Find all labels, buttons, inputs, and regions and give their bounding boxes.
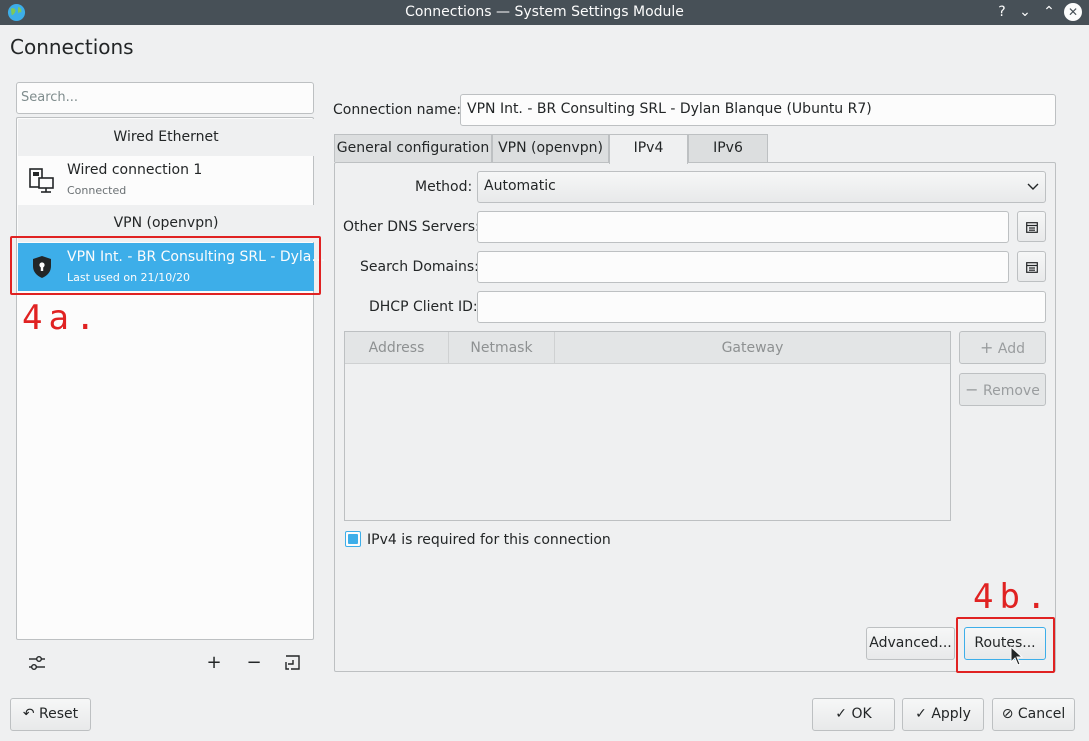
apply-button[interactable]: ✓ Apply xyxy=(902,698,984,731)
reset-label: Reset xyxy=(39,706,79,722)
maximize-button[interactable]: ⌃ xyxy=(1040,3,1058,21)
cancel-button[interactable]: ⊘ Cancel xyxy=(992,698,1075,731)
section-header-wired: Wired Ethernet xyxy=(18,119,314,156)
method-value: Automatic xyxy=(484,178,556,194)
help-button[interactable]: ? xyxy=(993,3,1011,21)
ipv4-required-checkbox[interactable] xyxy=(345,531,361,547)
search-domains-field[interactable] xyxy=(477,251,1009,283)
cancel-label: Cancel xyxy=(1017,706,1066,722)
list-edit-icon xyxy=(1026,262,1038,273)
mouse-cursor-icon xyxy=(1010,646,1024,666)
tab-ipv4[interactable]: IPv4 xyxy=(609,134,688,164)
ok-button[interactable]: ✓ OK xyxy=(812,698,895,731)
list-edit-icon xyxy=(1026,222,1038,233)
search-input[interactable]: Search... xyxy=(16,82,314,114)
dhcp-client-id-label: DHCP Client ID: xyxy=(369,299,478,315)
close-button[interactable]: ✕ xyxy=(1064,3,1082,21)
column-header-address[interactable]: Address xyxy=(345,332,449,364)
checkmark-icon: ✓ xyxy=(915,706,927,722)
method-label: Method: xyxy=(415,179,473,195)
add-address-label: Add xyxy=(997,341,1025,357)
connection-name-field[interactable]: VPN Int. - BR Consulting SRL - Dylan Bla… xyxy=(460,94,1056,126)
list-item-wired-connection[interactable]: Wired connection 1 Connected xyxy=(18,156,314,204)
advanced-button[interactable]: Advanced... xyxy=(866,627,955,660)
window-titlebar: Connections — System Settings Module ? ⌄… xyxy=(0,0,1089,25)
wired-network-icon xyxy=(29,168,54,193)
remove-address-label: Remove xyxy=(983,383,1040,399)
column-header-netmask[interactable]: Netmask xyxy=(449,332,555,364)
connection-status: Connected xyxy=(67,184,127,197)
edit-search-domains-button[interactable] xyxy=(1017,251,1046,282)
plus-icon: + xyxy=(980,338,994,357)
page-title: Connections xyxy=(10,35,134,59)
connection-list: Wired Ethernet Wired connection 1 Connec… xyxy=(16,117,325,640)
column-header-gateway[interactable]: Gateway xyxy=(555,332,950,364)
dhcp-client-id-field[interactable] xyxy=(477,291,1046,323)
method-select[interactable]: Automatic xyxy=(477,171,1046,203)
apply-label: Apply xyxy=(931,706,971,722)
tab-vpn-openvpn[interactable]: VPN (openvpn) xyxy=(492,134,609,162)
connection-name-label: Connection name: xyxy=(333,102,462,118)
configure-icon[interactable] xyxy=(28,655,46,671)
annotation-label-4a: 4a. xyxy=(22,298,102,338)
annotation-label-4b: 4b. xyxy=(973,577,1053,617)
undo-icon: ↶ xyxy=(22,706,35,722)
add-address-button[interactable]: + Add xyxy=(959,331,1046,364)
connection-name: Wired connection 1 xyxy=(67,162,203,178)
tab-general-configuration[interactable]: General configuration xyxy=(334,134,492,162)
remove-connection-button[interactable]: − xyxy=(243,652,265,674)
edit-dns-servers-button[interactable] xyxy=(1017,211,1046,242)
annotation-box-4a xyxy=(10,236,321,295)
checkmark-icon: ✓ xyxy=(835,706,848,722)
remove-address-button[interactable]: − Remove xyxy=(959,373,1046,406)
tab-ipv6[interactable]: IPv6 xyxy=(688,134,768,162)
reset-button[interactable]: ↶ Reset xyxy=(10,698,91,731)
minimize-button[interactable]: ⌄ xyxy=(1016,3,1034,21)
minus-icon: − xyxy=(965,380,979,399)
cancel-icon: ⊘ xyxy=(1001,706,1014,722)
dns-servers-label: Other DNS Servers: xyxy=(343,219,480,235)
address-table[interactable]: Address Netmask Gateway xyxy=(344,331,951,521)
ok-label: OK xyxy=(851,706,872,722)
ipv4-required-label: IPv4 is required for this connection xyxy=(367,532,611,548)
dns-servers-field[interactable] xyxy=(477,211,1009,243)
search-domains-label: Search Domains: xyxy=(360,259,479,275)
window-title: Connections — System Settings Module xyxy=(405,4,684,20)
chevron-down-icon xyxy=(1027,183,1039,190)
routes-button[interactable]: Routes... xyxy=(964,627,1046,660)
add-connection-button[interactable]: + xyxy=(203,652,225,674)
import-icon[interactable] xyxy=(284,654,301,671)
